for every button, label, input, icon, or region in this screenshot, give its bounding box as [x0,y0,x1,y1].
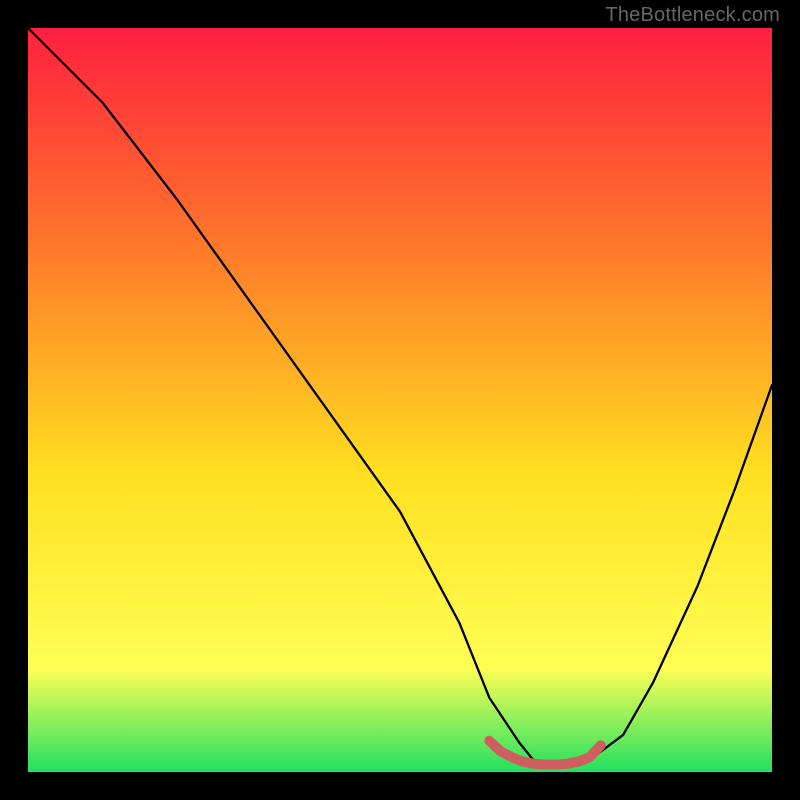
gradient-background [28,28,772,772]
plot-area [28,28,772,772]
chart-container: TheBottleneck.com [0,0,800,800]
plot-svg [28,28,772,772]
watermark-text: TheBottleneck.com [605,4,780,27]
